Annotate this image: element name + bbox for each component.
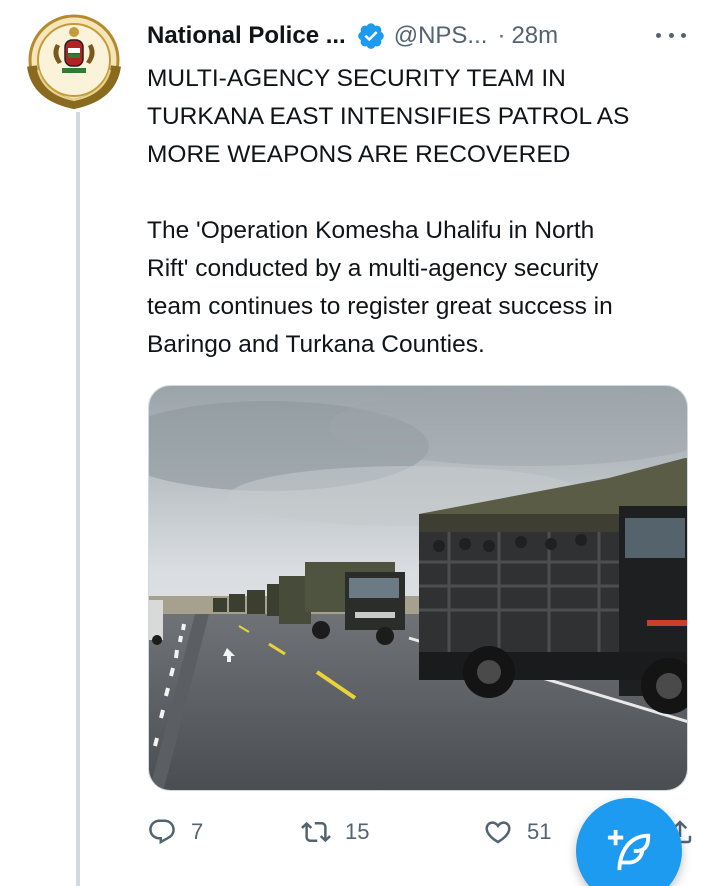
police-emblem-icon [27, 14, 121, 110]
retweet-button[interactable]: 15 [301, 812, 369, 852]
retweet-icon [301, 821, 331, 843]
convoy-photo [149, 386, 687, 790]
tweet-headline: MULTI-AGENCY SECURITY TEAM IN TURKANA EA… [147, 65, 630, 168]
tweet-timestamp[interactable]: 28m [511, 22, 558, 50]
heart-icon [485, 821, 511, 844]
thread-connector-line [76, 112, 80, 886]
tweet-header: National Police ... @NPS... · 28m [147, 18, 558, 54]
author-handle[interactable]: @NPS... [394, 22, 488, 50]
compose-tweet-icon [607, 829, 651, 871]
tweet-body: MULTI-AGENCY SECURITY TEAM IN TURKANA EA… [147, 60, 702, 364]
header-separator: · [497, 22, 506, 49]
tweet-paragraph: The 'Operation Komesha Uhalifu in North … [147, 217, 613, 358]
like-count: 51 [527, 819, 552, 844]
author-name[interactable]: National Police ... [147, 22, 346, 50]
verified-badge-icon [357, 23, 384, 49]
tweet-media-image[interactable] [148, 385, 688, 791]
reply-button[interactable]: 7 [147, 812, 203, 852]
like-button[interactable]: 51 [483, 812, 551, 852]
reply-count: 7 [191, 819, 204, 844]
avatar[interactable] [18, 14, 130, 110]
retweet-count: 15 [345, 819, 370, 844]
more-options-icon[interactable] [654, 18, 688, 52]
reply-icon [149, 819, 175, 845]
